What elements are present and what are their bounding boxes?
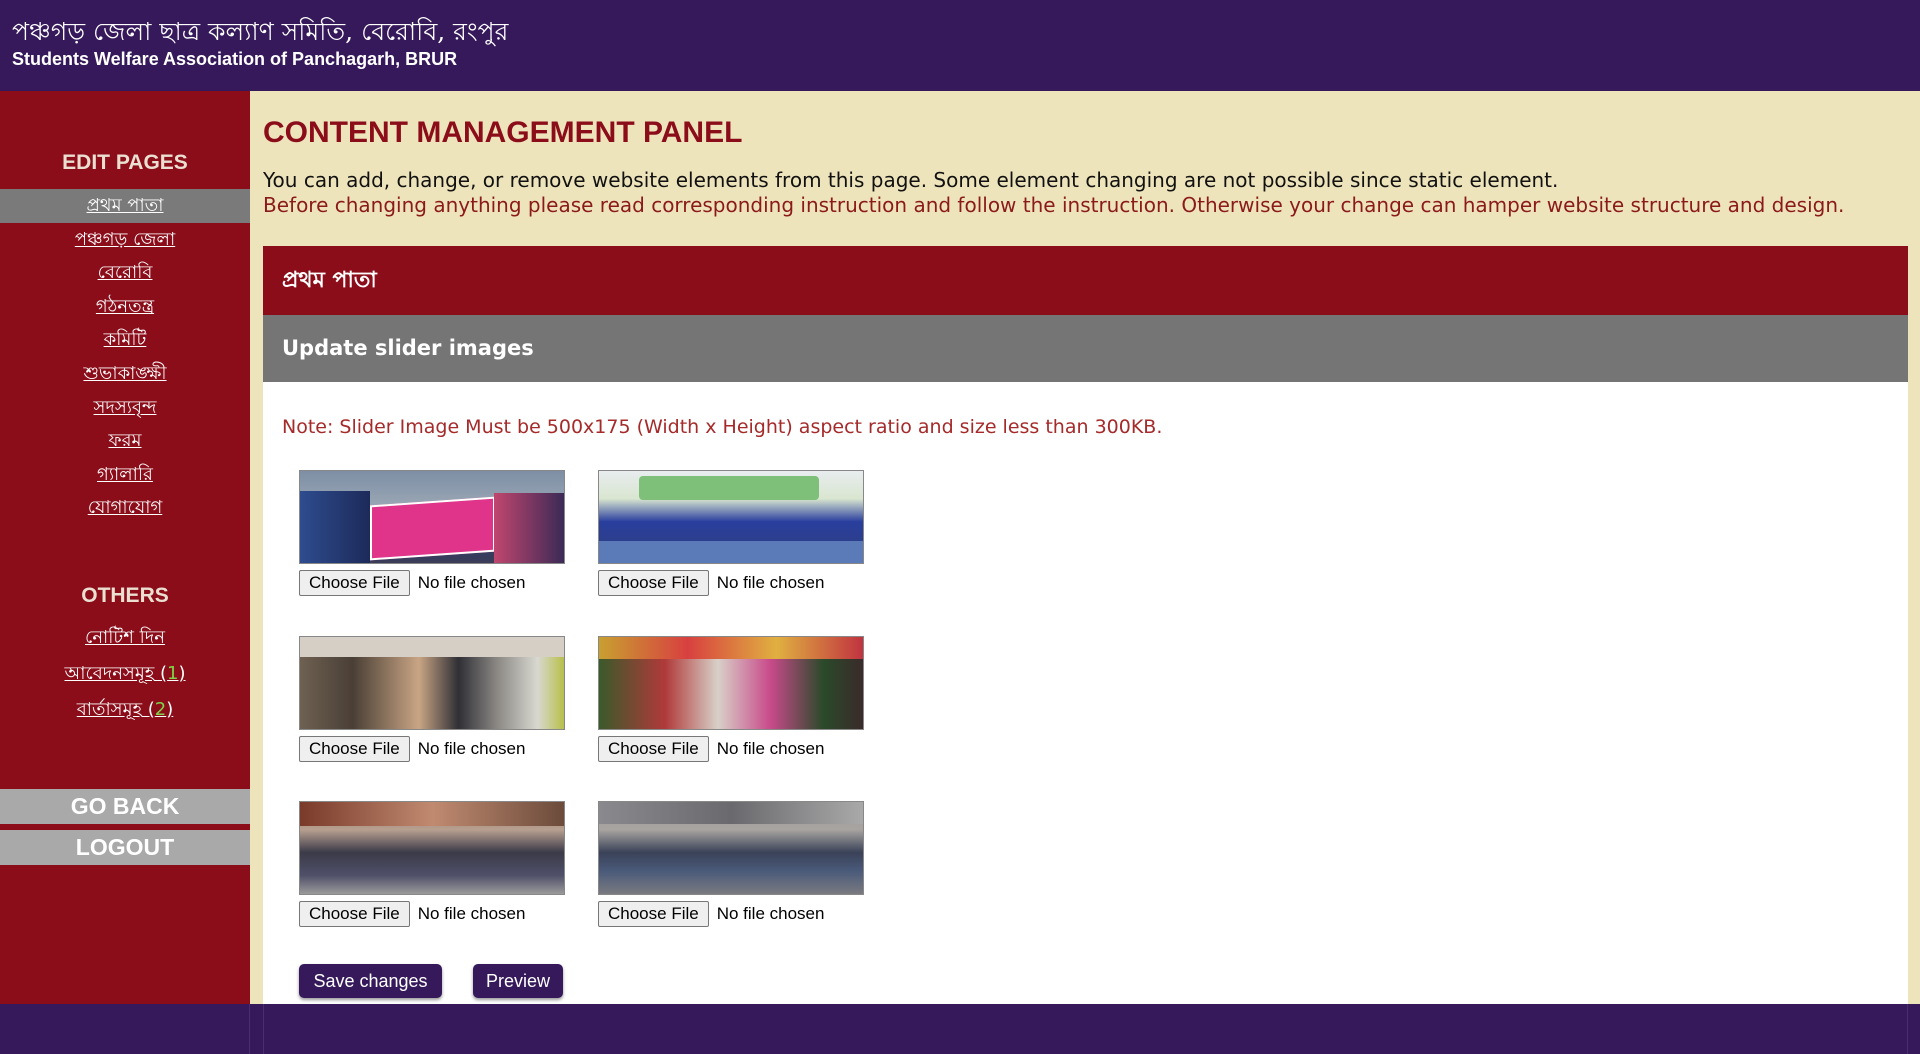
footer-divider (249, 1004, 250, 1054)
slider-image-6 (598, 801, 864, 895)
file-status: No file chosen (716, 904, 825, 923)
slider-image-2 (598, 470, 864, 564)
edit-pages-nav: প্রথম পাতা পঞ্চগড় জেলা বেরোবি গঠনতন্ত্র… (0, 189, 250, 525)
sidebar-item-messages[interactable]: বার্তাসমূহ (2) (0, 692, 250, 728)
sidebar-item-committee[interactable]: কমিটি (0, 323, 250, 357)
save-changes-button[interactable]: Save changes (299, 964, 442, 998)
file-input-4[interactable]: Choose File No file chosen (598, 736, 868, 762)
sidebar-item-gallery[interactable]: গ্যালারি (0, 458, 250, 492)
applications-count-badge: 1 (167, 663, 179, 684)
slider-slot-6: Choose File No file chosen (598, 801, 868, 927)
others-heading: OTHERS (81, 584, 169, 607)
sidebar-item-home[interactable]: প্রথম পাতা (0, 189, 250, 223)
main-content: CONTENT MANAGEMENT PANEL You can add, ch… (250, 91, 1920, 1004)
choose-file-button[interactable]: Choose File (299, 736, 410, 762)
sidebar-item-panchagarh-district[interactable]: পঞ্চগড় জেলা (0, 223, 250, 257)
slider-image-5 (299, 801, 565, 895)
slider-slot-4: Choose File No file chosen (598, 636, 868, 762)
footer-divider (263, 1004, 264, 1054)
slider-image-3 (299, 636, 565, 730)
slider-image-1 (299, 470, 565, 564)
sidebar-item-applications[interactable]: আবেদনসমূহ (1) (0, 656, 250, 692)
file-status: No file chosen (716, 739, 825, 758)
preview-button[interactable]: Preview (473, 964, 563, 998)
page-description: You can add, change, or remove website e… (263, 168, 1559, 192)
choose-file-button[interactable]: Choose File (598, 901, 709, 927)
slider-image-note: Note: Slider Image Must be 500x175 (Widt… (282, 416, 1163, 438)
site-header: পঞ্চগড় জেলা ছাত্র কল্যাণ সমিতি, বেরোবি,… (0, 0, 1920, 91)
others-nav: নোটিশ দিন আবেদনসমূহ (1) বার্তাসমূহ (2) (0, 620, 250, 728)
slider-image-4 (598, 636, 864, 730)
section-title: প্রথম পাতা (263, 246, 1908, 315)
file-input-1[interactable]: Choose File No file chosen (299, 570, 569, 596)
page-warning: Before changing anything please read cor… (263, 193, 1845, 217)
sidebar-item-brur[interactable]: বেরোবি (0, 256, 250, 290)
messages-count-badge: 2 (154, 699, 167, 720)
sidebar-item-post-notice[interactable]: নোটিশ দিন (0, 620, 250, 656)
choose-file-button[interactable]: Choose File (598, 736, 709, 762)
edit-pages-heading: EDIT PAGES (62, 151, 188, 174)
sidebar-item-constitution[interactable]: গঠনতন্ত্র (0, 290, 250, 324)
file-input-2[interactable]: Choose File No file chosen (598, 570, 868, 596)
slider-slot-3: Choose File No file chosen (299, 636, 569, 762)
choose-file-button[interactable]: Choose File (299, 570, 410, 596)
slider-slot-5: Choose File No file chosen (299, 801, 569, 927)
choose-file-button[interactable]: Choose File (598, 570, 709, 596)
file-status: No file chosen (417, 904, 526, 923)
home-page-editor-card: প্রথম পাতা Update slider images Note: Sl… (263, 246, 1908, 1004)
site-title-english: Students Welfare Association of Panchaga… (12, 49, 458, 69)
messages-label: বার্তাসমূহ (76, 699, 143, 720)
sidebar-item-well-wishers[interactable]: শুভাকাঙ্ক্ষী (0, 357, 250, 391)
go-back-button[interactable]: GO BACK (0, 789, 250, 824)
file-input-6[interactable]: Choose File No file chosen (598, 901, 868, 927)
logout-button[interactable]: LOGOUT (0, 830, 250, 865)
page-footer (0, 1004, 1920, 1054)
slider-slot-2: Choose File No file chosen (598, 470, 868, 596)
applications-label: আবেদনসমূহ (64, 663, 155, 684)
file-input-5[interactable]: Choose File No file chosen (299, 901, 569, 927)
page-title: CONTENT MANAGEMENT PANEL (263, 116, 743, 149)
footer-divider (1907, 1004, 1908, 1054)
slider-slot-1: Choose File No file chosen (299, 470, 569, 596)
subsection-title: Update slider images (263, 315, 1908, 382)
choose-file-button[interactable]: Choose File (299, 901, 410, 927)
sidebar-item-members[interactable]: সদস্যবৃন্দ (0, 391, 250, 425)
file-input-3[interactable]: Choose File No file chosen (299, 736, 569, 762)
sidebar-item-form[interactable]: ফরম (0, 424, 250, 458)
file-status: No file chosen (417, 739, 526, 758)
admin-sidebar: EDIT PAGES প্রথম পাতা পঞ্চগড় জেলা বেরোব… (0, 91, 250, 1004)
file-status: No file chosen (417, 573, 526, 592)
file-status: No file chosen (716, 573, 825, 592)
sidebar-item-contact[interactable]: যোগাযোগ (0, 491, 250, 525)
